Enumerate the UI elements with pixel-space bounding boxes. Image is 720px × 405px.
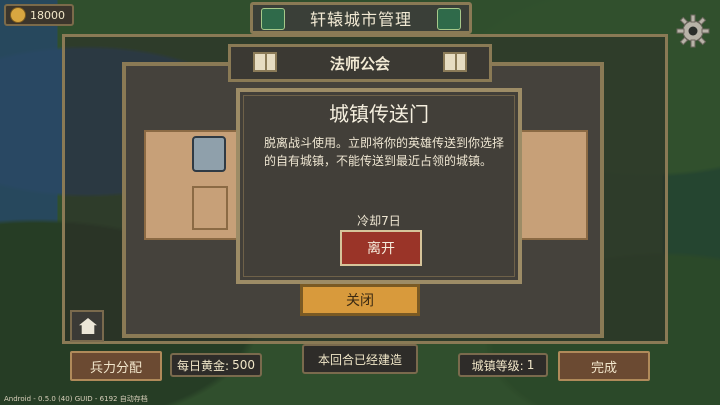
city-management-title: 轩辕城市管理 [309, 10, 412, 29]
leave-button[interactable]: 离开 [340, 230, 422, 266]
spell-name: 城镇传送门 [329, 102, 429, 126]
town-level-label: 城镇等级: [471, 358, 524, 373]
troop-allocation-button[interactable]: 兵力分配 [70, 351, 162, 381]
daily-gold-display: 每日黄金: 500 [170, 353, 262, 377]
spellbook-icon [253, 52, 277, 72]
gold-counter: 18000 [4, 4, 74, 26]
guid-label: GUID - 6192 [74, 395, 118, 403]
mage-guild-header: 法师公会 [228, 44, 492, 82]
hero-portrait-icon[interactable] [192, 136, 226, 172]
coin-icon [10, 7, 26, 23]
town-home-button[interactable] [70, 310, 104, 342]
spell-info-dialog: 城镇传送门 脱离战斗使用。立即将你的英雄传送到你选择的自有城镇，不能传送到最近占… [236, 88, 522, 284]
build-info-status: Android - 0.5.0 (40) GUID - 6192 自动存档 [4, 394, 148, 404]
daily-gold-value: 500 [232, 358, 255, 372]
close-button[interactable]: 关闭 [300, 284, 420, 316]
spell-scroll-right [520, 130, 588, 240]
spell-cooldown: 冷却7日 [357, 214, 401, 228]
town-level-display: 城镇等级: 1 [458, 353, 548, 377]
city-management-title-bar: 轩辕城市管理 [250, 2, 472, 34]
banner-emblem-icon [437, 8, 461, 30]
built-this-turn-status: 本回合已经建造 [302, 344, 418, 374]
platform-version: Android - 0.5.0 (40) [4, 395, 73, 403]
spell-description: 脱离战斗使用。立即将你的英雄传送到你选择的自有城镇，不能传送到最近占领的城镇。 [264, 136, 505, 168]
banner-emblem-icon [261, 8, 285, 30]
gear-icon[interactable] [676, 14, 710, 48]
daily-gold-label: 每日黄金: [177, 358, 230, 373]
spell-slot-empty[interactable] [192, 186, 228, 230]
spellbook-icon [443, 52, 467, 72]
autosave-label: 自动存档 [119, 395, 148, 403]
town-level-value: 1 [526, 358, 535, 372]
house-icon [79, 318, 97, 334]
mage-guild-title: 法师公会 [329, 54, 390, 73]
gold-amount: 18000 [30, 8, 65, 22]
done-button[interactable]: 完成 [558, 351, 650, 381]
